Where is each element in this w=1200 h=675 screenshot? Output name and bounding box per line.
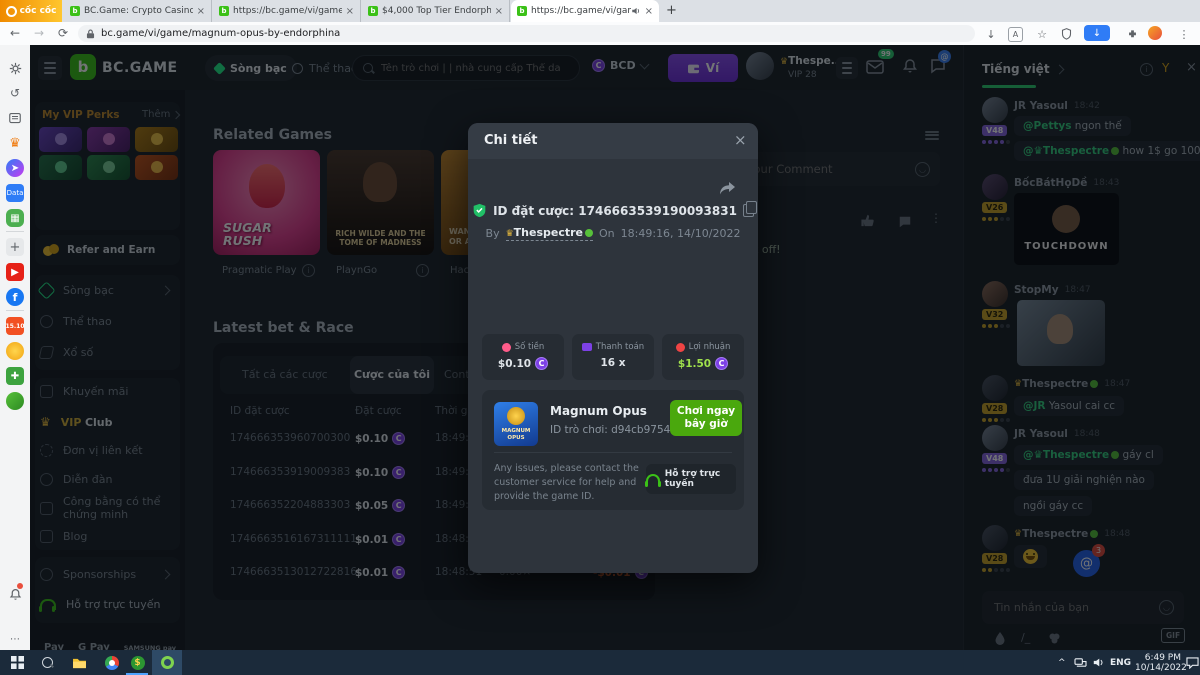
headset-icon: [646, 474, 660, 485]
url-field[interactable]: bc.game/vi/game/magnum-opus-by-endorphin…: [78, 25, 975, 42]
sale-badge-icon[interactable]: 15.10: [6, 317, 24, 335]
live-support-button[interactable]: Hỗ trợ trực tuyến: [646, 464, 736, 494]
bcgame-favicon: b: [70, 6, 80, 16]
address-bar: ← → ⟳ bc.game/vi/game/magnum-opus-by-end…: [0, 22, 1200, 46]
volume-icon[interactable]: [1092, 650, 1105, 675]
frog-emoji: [585, 229, 593, 237]
more-dots-icon[interactable]: ⋯: [6, 630, 24, 648]
bookmark-star-icon[interactable]: ☆: [1034, 26, 1050, 42]
bcgame-favicon: b: [219, 6, 229, 16]
network-icon[interactable]: [1074, 650, 1087, 675]
profit-icon: [676, 343, 685, 352]
payout-wallet-icon: [582, 343, 592, 351]
divider: [6, 310, 24, 311]
gift-icon[interactable]: ✚: [6, 367, 24, 385]
divider: [494, 452, 732, 453]
dollar-app-icon[interactable]: $: [128, 653, 147, 672]
data-app-icon[interactable]: Data: [6, 184, 24, 202]
reload-icon[interactable]: ⟳: [58, 26, 68, 40]
bcd-coin-icon: C: [715, 357, 728, 370]
verified-shield-icon: [472, 203, 487, 218]
bettor-link[interactable]: ♛Thespectre: [506, 226, 593, 241]
action-center-icon[interactable]: [1186, 650, 1199, 675]
coccoc-dial-icon: [6, 6, 17, 17]
stat-profit: Lợi nhuận $1.50C: [662, 334, 744, 380]
bet-details-modal: Chi tiết × ID đặt cược: 1746663539190093…: [468, 123, 758, 573]
notification-bell-icon[interactable]: [6, 585, 24, 603]
plant-icon[interactable]: [6, 392, 24, 410]
tray-expand-icon[interactable]: ^: [1058, 650, 1066, 675]
taskbar-search-icon[interactable]: [38, 653, 57, 672]
browser-menu-kebab-icon[interactable]: ⋮: [1176, 26, 1192, 42]
extensions-puzzle-icon[interactable]: [1124, 26, 1140, 42]
new-tab-button[interactable]: +: [666, 3, 677, 18]
clock[interactable]: 6:49 PM10/14/2022: [1135, 650, 1181, 675]
share-icon[interactable]: [718, 181, 736, 201]
file-explorer-icon[interactable]: [70, 653, 89, 672]
tab-close-icon[interactable]: ×: [346, 6, 354, 17]
reading-list-icon[interactable]: [6, 109, 24, 127]
download-manager-button[interactable]: ↓: [1084, 25, 1110, 41]
coccoc-taskbar-active[interactable]: [152, 650, 182, 675]
bcd-coin-icon: C: [535, 357, 548, 370]
browser-sidebar: ↺ ♛ ➤ Data ▦ + ▶ f 15.10 ✚ ⋯: [0, 45, 31, 650]
windows-taskbar: $ ^ ENG 6:49 PM10/14/2022: [0, 650, 1200, 675]
brand-text: cốc cốc: [20, 6, 57, 16]
start-button[interactable]: [8, 653, 27, 672]
support-note: Any issues, please contact the customer …: [494, 462, 642, 503]
bcgame-favicon: b: [368, 6, 378, 16]
browser-tab-bar: cốc cốc bBC.Game: Crypto Casino Gan× bht…: [0, 0, 1200, 22]
facebook-icon[interactable]: f: [6, 288, 24, 306]
tab-close-icon[interactable]: ×: [645, 6, 653, 17]
game-info-box: MAGNUMOPUS Magnum Opus ID trò chơi: d94c…: [482, 390, 744, 510]
tab-audio-icon[interactable]: [631, 6, 641, 16]
forward-icon[interactable]: →: [34, 26, 44, 40]
shield-reward-icon[interactable]: [6, 342, 24, 360]
shield-icon[interactable]: [1058, 26, 1074, 42]
screen: cốc cốc bBC.Game: Crypto Casino Gan× bht…: [0, 0, 1200, 675]
stat-payout: Thanh toán 16 x: [572, 334, 654, 380]
chrome-icon[interactable]: [102, 653, 121, 672]
coccoc-logo[interactable]: cốc cốc: [0, 0, 62, 22]
bcgame-favicon: b: [517, 6, 527, 16]
browser-tab-3[interactable]: b$4,000 Top Tier Endorphina×: [362, 0, 510, 22]
url-text: bc.game/vi/game/magnum-opus-by-endorphin…: [101, 28, 340, 39]
bet-id-text: ID đặt cược: 1746663539190093831: [493, 204, 737, 218]
gamepad-icon[interactable]: ▦: [6, 209, 24, 227]
browser-tab-2[interactable]: bhttps://bc.game/vi/game/the×: [213, 0, 361, 22]
amount-icon: [502, 343, 511, 352]
browser-tab-4-active[interactable]: bhttps://bc.game/vi/game ×: [511, 0, 659, 22]
red-dot-badge: [17, 583, 23, 589]
browser-tab-1[interactable]: bBC.Game: Crypto Casino Gan×: [64, 0, 212, 22]
bcgame-page: b BC.GAME Sòng bạc Thể thao C BCD Ví: [30, 45, 1200, 650]
crown-icon: ♛: [506, 229, 514, 239]
play-now-button[interactable]: Chơi ngay bây giờ: [670, 400, 742, 436]
tab-close-icon[interactable]: ×: [495, 6, 503, 17]
game-name: Magnum Opus: [550, 404, 647, 418]
translate-icon[interactable]: A: [1008, 27, 1023, 42]
messenger-icon[interactable]: ➤: [6, 159, 24, 177]
back-icon[interactable]: ←: [10, 26, 20, 40]
tab-close-icon[interactable]: ×: [197, 6, 205, 17]
divider: [6, 231, 24, 232]
crown-icon[interactable]: ♛: [6, 134, 24, 152]
profile-avatar[interactable]: [1148, 26, 1162, 40]
download-tray-icon[interactable]: ↓: [983, 26, 999, 42]
lock-icon: [86, 29, 95, 39]
history-icon[interactable]: ↺: [6, 84, 24, 102]
game-thumbnail[interactable]: MAGNUMOPUS: [494, 402, 538, 446]
add-shortcut-icon[interactable]: +: [6, 238, 24, 256]
modal-title: Chi tiết: [484, 133, 537, 148]
copy-icon[interactable]: [743, 204, 754, 217]
modal-close-icon[interactable]: ×: [734, 131, 747, 149]
settings-gear-icon[interactable]: [6, 59, 24, 77]
keyboard-language[interactable]: ENG: [1110, 650, 1131, 675]
stat-amount: Số tiền $0.10C: [482, 334, 564, 380]
bet-datetime: 18:49:16, 14/10/2022: [621, 227, 741, 240]
youtube-icon[interactable]: ▶: [6, 263, 24, 281]
